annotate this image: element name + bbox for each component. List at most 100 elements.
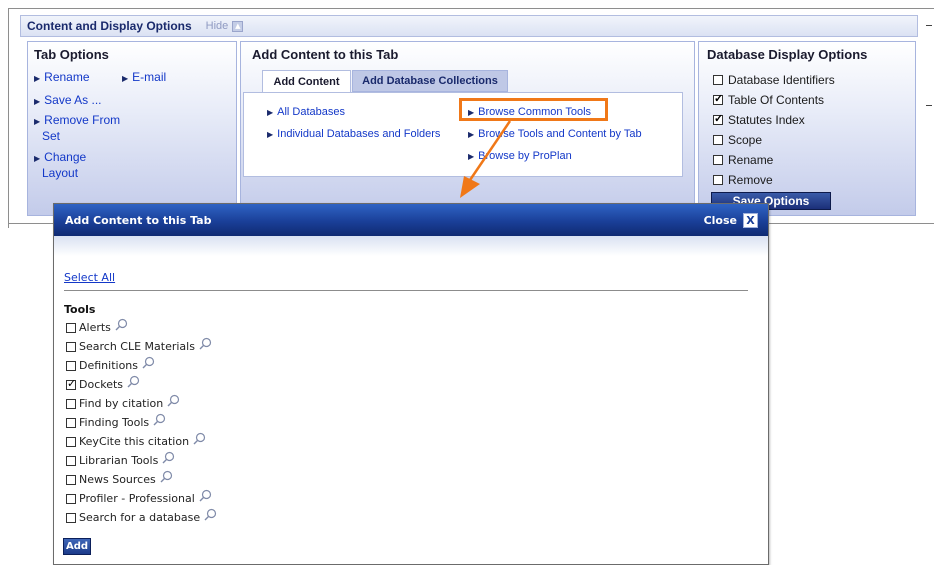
tab-add-content[interactable]: Add Content [262, 70, 351, 92]
magnifier-icon[interactable] [167, 394, 180, 407]
checkbox[interactable] [66, 455, 76, 466]
db-option-rename[interactable]: Rename [713, 153, 773, 167]
modal-header: Add Content to this Tab Close X [54, 204, 768, 236]
tool-item-definitions[interactable]: Definitions [66, 356, 155, 372]
save-as-link-label: Save As ... [44, 93, 102, 107]
magnifier-icon[interactable] [162, 451, 175, 464]
modal-title: Add Content to this Tab [65, 213, 212, 227]
tool-item-keycite-this-citation[interactable]: KeyCite this citation [66, 432, 206, 448]
all-databases-link[interactable]: ▶ All Databases [267, 105, 345, 120]
magnifier-icon[interactable] [199, 337, 212, 350]
individual-databases-label: Individual Databases and Folders [277, 128, 441, 140]
db-option-label: Statutes Index [728, 113, 805, 127]
checkbox[interactable] [713, 135, 723, 145]
frame-tick [926, 105, 932, 106]
triangle-right-icon: ▶ [267, 108, 274, 117]
tool-item-librarian-tools[interactable]: Librarian Tools [66, 451, 175, 467]
change-layout-link[interactable]: ▶ Change Layout [34, 150, 86, 180]
tool-label: Search CLE Materials [79, 340, 195, 353]
db-option-label: Rename [728, 153, 774, 167]
checkbox[interactable] [66, 341, 76, 352]
tool-item-search-for-a-database[interactable]: Search for a database [66, 508, 217, 524]
triangle-right-icon: ▶ [122, 74, 129, 83]
checkbox-checked[interactable] [713, 92, 723, 105]
rename-link-label: Rename [44, 70, 90, 84]
content-display-options-header: Content and Display Options Hide ▲ [20, 15, 918, 37]
callout-arrow-icon [460, 120, 512, 198]
tools-heading: Tools [64, 303, 96, 316]
tool-item-finding-tools[interactable]: Finding Tools [66, 413, 166, 429]
db-option-label: Scope [728, 133, 763, 147]
checkbox[interactable] [66, 512, 76, 523]
db-option-label: Remove [728, 173, 773, 187]
database-display-title: Database Display Options [707, 47, 868, 62]
modal-subheader [54, 236, 768, 256]
db-option-statutes-index[interactable]: Statutes Index [713, 112, 805, 127]
db-option-label: Table Of Contents [728, 93, 825, 107]
magnifier-icon[interactable] [160, 470, 173, 483]
magnifier-icon[interactable] [115, 318, 128, 331]
collapse-arrow-icon[interactable]: ▲ [232, 20, 244, 32]
add-button[interactable]: Add [63, 538, 91, 555]
tool-label: Finding Tools [79, 416, 150, 429]
frame-tick [926, 25, 932, 26]
checkbox[interactable] [713, 155, 723, 165]
checkbox[interactable] [66, 398, 76, 409]
tool-label: Find by citation [79, 397, 164, 410]
db-option-scope[interactable]: Scope [713, 133, 762, 147]
tool-label: News Sources [79, 473, 156, 486]
close-button[interactable]: Close X [703, 212, 758, 228]
tool-label: Profiler - Professional [79, 492, 195, 505]
remove-from-link-label: Remove From [44, 113, 121, 127]
tool-item-dockets[interactable]: Dockets [66, 375, 140, 391]
checkbox[interactable] [713, 75, 723, 85]
triangle-right-icon: ▶ [34, 97, 41, 106]
tool-item-alerts[interactable]: Alerts [66, 318, 128, 334]
tab-add-database-collections[interactable]: Add Database Collections [352, 70, 508, 92]
tool-item-search-cle-materials[interactable]: Search CLE Materials [66, 337, 212, 353]
triangle-right-icon: ▶ [34, 154, 41, 163]
checkbox[interactable] [66, 493, 76, 504]
rename-link[interactable]: ▶ Rename [34, 70, 90, 86]
tool-item-news-sources[interactable]: News Sources [66, 470, 173, 486]
tab-options-panel: Tab Options ▶ Rename ▶ E-mail ▶ Save As ...… [27, 41, 237, 216]
db-option-remove[interactable]: Remove [713, 173, 773, 187]
magnifier-icon[interactable] [127, 375, 140, 388]
checkbox-checked[interactable] [713, 112, 723, 125]
hide-link[interactable]: Hide [206, 20, 229, 32]
checkbox-checked[interactable] [66, 377, 76, 390]
magnifier-icon[interactable] [199, 489, 212, 502]
add-content-modal: Add Content to this Tab Close X Select A… [53, 203, 769, 565]
checkbox[interactable] [66, 417, 76, 428]
checkbox[interactable] [66, 474, 76, 485]
triangle-right-icon: ▶ [34, 117, 41, 126]
close-icon[interactable]: X [743, 212, 758, 228]
magnifier-icon[interactable] [153, 413, 166, 426]
tab-options-title: Tab Options [34, 47, 109, 62]
remove-from-set-link[interactable]: ▶ Remove From Set [34, 113, 120, 143]
select-all-link[interactable]: Select All [64, 271, 115, 284]
tool-item-find-by-citation[interactable]: Find by citation [66, 394, 180, 410]
checkbox[interactable] [66, 322, 76, 333]
checkbox[interactable] [66, 360, 76, 371]
magnifier-icon[interactable] [204, 508, 217, 521]
change-link-label: Change [44, 150, 87, 164]
tool-label: Search for a database [79, 511, 201, 524]
magnifier-icon[interactable] [193, 432, 206, 445]
email-link[interactable]: ▶ E-mail [122, 70, 166, 86]
triangle-right-icon: ▶ [34, 74, 41, 83]
checkbox[interactable] [713, 175, 723, 185]
set-link-label: Set [42, 129, 61, 143]
close-label: Close [703, 213, 737, 227]
db-option-label: Database Identifiers [728, 73, 835, 87]
magnifier-icon[interactable] [142, 356, 155, 369]
checkbox[interactable] [66, 436, 76, 447]
db-option-table-of-contents[interactable]: Table Of Contents [713, 92, 825, 107]
db-option-identifiers[interactable]: Database Identifiers [713, 73, 835, 87]
tool-label: Dockets [79, 378, 124, 391]
tool-label: Definitions [79, 359, 138, 372]
email-link-label: E-mail [132, 70, 167, 84]
save-as-link[interactable]: ▶ Save As ... [34, 93, 102, 109]
individual-databases-link[interactable]: ▶ Individual Databases and Folders [267, 127, 440, 142]
tool-item-profiler-professional[interactable]: Profiler - Professional [66, 489, 212, 505]
